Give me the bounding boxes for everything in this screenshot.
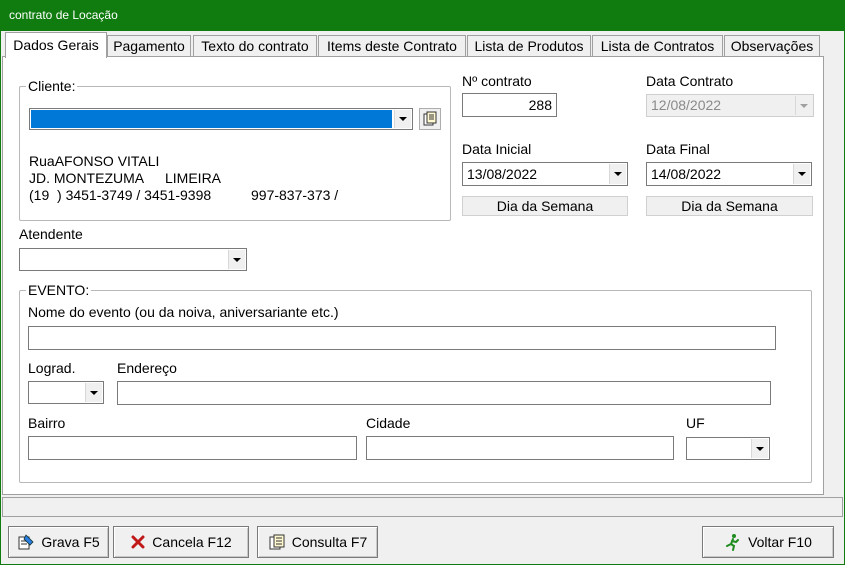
uf-select[interactable] [686, 437, 770, 460]
evento-group: EVENTO: Nome do evento (ou da noiva, ani… [19, 282, 812, 483]
chevron-down-icon [795, 96, 812, 115]
voltar-button-label: Voltar F10 [748, 534, 812, 550]
uf-label: UF [686, 415, 705, 431]
dia-semana-final: Dia da Semana [646, 196, 813, 216]
tab-pagamento[interactable]: Pagamento [107, 35, 191, 57]
dia-semana-inicial: Dia da Semana [462, 196, 628, 216]
data-final-value: 14/08/2022 [651, 166, 722, 182]
cliente-city: LIMEIRA [165, 170, 222, 186]
data-contrato-value: 12/08/2022 [651, 97, 722, 113]
data-inicial-value: 13/08/2022 [467, 166, 538, 182]
consulta-button-label: Consulta F7 [291, 534, 368, 550]
chevron-down-icon[interactable] [85, 383, 102, 402]
chevron-down-icon[interactable] [609, 164, 626, 184]
chevron-down-icon[interactable] [751, 439, 768, 458]
bairro-field[interactable] [28, 436, 357, 460]
data-contrato-picker: 12/08/2022 [646, 94, 814, 117]
cliente-group: Cliente: RuaAFONSO VITALI JD. MONTEZUMA … [19, 78, 451, 221]
cliente-neighborhood: JD. MONTEZUMA [29, 170, 145, 186]
chevron-down-icon[interactable] [228, 250, 245, 269]
numero-contrato-field[interactable]: 288 [462, 93, 557, 117]
chevron-down-icon[interactable] [394, 110, 411, 128]
tab-lista-de-produtos[interactable]: Lista de Produtos [467, 35, 591, 57]
lookup-icon [269, 534, 285, 550]
endereco-field[interactable] [117, 381, 771, 405]
tab-dados-gerais[interactable]: Dados Gerais [5, 32, 107, 58]
cliente-group-title: Cliente: [26, 78, 78, 94]
cliente-address: RuaAFONSO VITALI [29, 153, 159, 169]
cidade-label: Cidade [366, 415, 411, 431]
evento-group-title: EVENTO: [26, 282, 92, 298]
window-title: contrato de Locação [0, 0, 845, 31]
data-final-picker[interactable]: 14/08/2022 [646, 162, 812, 186]
tab-texto-do-contrato[interactable]: Texto do contrato [193, 35, 317, 57]
data-final-label: Data Final [646, 141, 710, 157]
cancela-button[interactable]: Cancela F12 [113, 526, 249, 558]
address-prefix: Rua [29, 153, 55, 169]
address-street: AFONSO VITALI [54, 153, 160, 169]
grava-button[interactable]: Grava F5 [8, 526, 109, 558]
cliente-select[interactable] [29, 108, 413, 130]
voltar-button[interactable]: Voltar F10 [702, 526, 834, 558]
cancela-button-label: Cancela F12 [152, 534, 232, 550]
save-icon [18, 534, 34, 550]
status-bar [2, 497, 843, 517]
data-inicial-picker[interactable]: 13/08/2022 [462, 162, 628, 186]
atendente-select[interactable] [19, 248, 247, 271]
dados-gerais-panel: Cliente: RuaAFONSO VITALI JD. MONTEZUMA … [2, 56, 824, 495]
cliente-phones: (19 ) 3451-3749 / 3451-9398 [29, 187, 212, 203]
lookup-button[interactable] [419, 108, 441, 130]
endereco-label: Endereço [117, 360, 177, 376]
data-inicial-label: Data Inicial [462, 141, 532, 157]
cliente-selection-highlight [31, 110, 392, 128]
atendente-label: Atendente [19, 226, 83, 242]
data-contrato-label: Data Contrato [646, 73, 734, 89]
grava-button-label: Grava F5 [41, 534, 100, 550]
tab-lista-de-contratos[interactable]: Lista de Contratos [592, 35, 723, 57]
numero-contrato-label: Nº contrato [462, 73, 532, 89]
lograd-label: Lograd. [28, 360, 76, 376]
cidade-field[interactable] [366, 436, 674, 460]
consulta-button[interactable]: Consulta F7 [257, 526, 378, 558]
tab-observacoes[interactable]: Observações [724, 35, 820, 57]
tab-items-deste-contrato[interactable]: Items deste Contrato [318, 35, 466, 57]
lograd-select[interactable] [28, 381, 104, 404]
nome-evento-field[interactable] [28, 326, 776, 350]
cancel-x-icon [131, 535, 145, 549]
cliente-mobile: 997-837-373 / [251, 187, 339, 203]
exit-runner-icon [726, 534, 740, 551]
lookup-icon [423, 111, 437, 126]
chevron-down-icon[interactable] [793, 164, 810, 184]
nome-evento-label: Nome do evento (ou da noiva, aniversaria… [28, 304, 339, 320]
bairro-label: Bairro [28, 415, 66, 431]
